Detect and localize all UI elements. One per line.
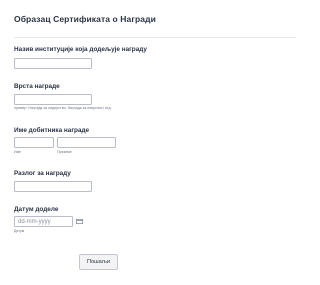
- recipient-first-name-input[interactable]: [14, 137, 54, 148]
- submit-button[interactable]: Пошаљи: [79, 254, 118, 270]
- recipient-label: Име добитника награде: [14, 127, 90, 134]
- form-title: Образац Сертификата о Награди: [14, 14, 156, 24]
- first-name-sublabel: Име: [14, 150, 22, 154]
- title-divider: [14, 37, 296, 38]
- calendar-icon[interactable]: [76, 219, 83, 224]
- institution-label: Назив институције која додељује награду: [14, 46, 147, 53]
- award-type-label: Врста награде: [14, 83, 60, 90]
- recipient-last-name-input[interactable]: [57, 137, 116, 148]
- reason-input[interactable]: [14, 181, 92, 192]
- institution-input[interactable]: [14, 58, 92, 69]
- award-type-hint: пример: Награда за лидерство, Награда за…: [14, 106, 112, 110]
- award-type-input[interactable]: [14, 94, 92, 105]
- date-label: Датум доделе: [14, 206, 59, 213]
- date-input[interactable]: [14, 216, 73, 227]
- last-name-sublabel: Презиме: [57, 150, 72, 154]
- award-certificate-form: Образац Сертификата о Награди Назив инст…: [0, 0, 310, 285]
- date-sublabel: Датум: [14, 229, 25, 233]
- reason-label: Разлог за награду: [14, 170, 71, 177]
